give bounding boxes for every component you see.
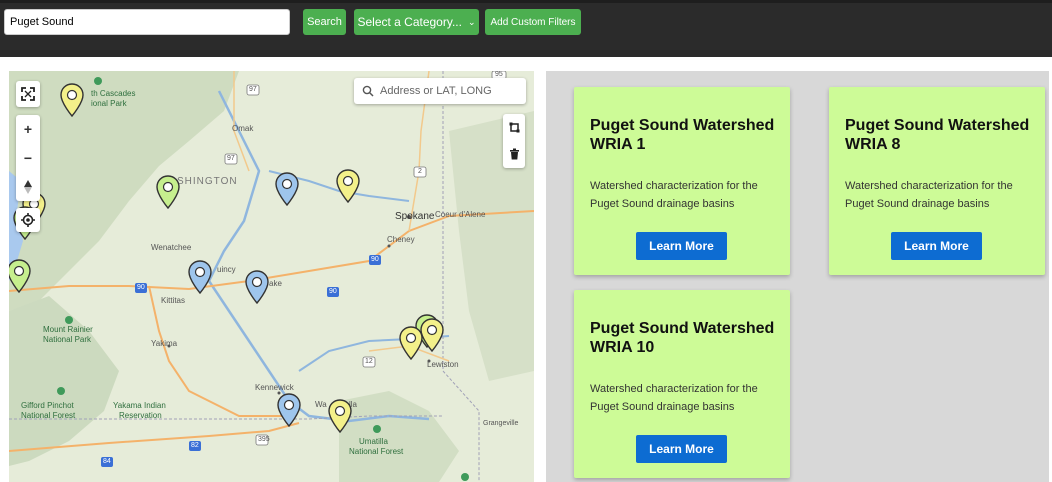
map-label-rainier: Mount Rainier xyxy=(43,325,93,334)
learn-more-button[interactable]: Learn More xyxy=(891,232,982,260)
map-marker-green[interactable] xyxy=(9,259,31,293)
results-panel: Puget Sound Watershed WRIA 1 Watershed c… xyxy=(546,71,1049,482)
highway-shield-395: 395 xyxy=(258,436,270,443)
trash-icon[interactable] xyxy=(509,148,520,160)
map-marker-yellow[interactable] xyxy=(60,83,84,117)
map-label-walla: Wa xyxy=(315,400,327,409)
zoom-out-icon[interactable]: − xyxy=(24,150,32,166)
highway-shield-2: 2 xyxy=(418,168,422,175)
highway-shield-84: 84 xyxy=(103,458,111,465)
card-description: Watershed characterization for the Puget… xyxy=(845,180,1013,210)
draw-control-group xyxy=(503,114,525,168)
map-label-lake: ake xyxy=(269,279,282,288)
map-label-yakama: Yakama Indian xyxy=(113,401,166,410)
card-description: Watershed characterization for the Puget… xyxy=(590,180,758,210)
card-description: Watershed characterization for the Puget… xyxy=(590,383,758,413)
map-label-quincy: uincy xyxy=(217,265,236,274)
map-label-umatilla: Umatilla xyxy=(359,437,388,446)
map-label-north-cascades: th Cascades xyxy=(91,89,136,98)
map-label-gifford-pinchot: Gifford Pinchot xyxy=(21,401,74,410)
result-card: Puget Sound Watershed WRIA 1 Watershed c… xyxy=(574,87,790,275)
highway-shield-97b: 97 xyxy=(227,155,235,162)
card-title: Puget Sound Watershed WRIA 8 xyxy=(845,117,1030,153)
geocoder-input[interactable] xyxy=(380,85,520,97)
card-title: Puget Sound Watershed WRIA 1 xyxy=(590,117,775,153)
map-label-grangeville: Grangeville xyxy=(483,420,519,427)
map-label-north-cascades-2: ional Park xyxy=(91,99,127,108)
map-label-wenatchee: Wenatchee xyxy=(151,243,192,252)
draw-polygon-icon[interactable] xyxy=(509,122,520,133)
top-toolbar: Search Select a Category... ⌄ Add Custom… xyxy=(0,0,1052,57)
card-title: Puget Sound Watershed WRIA 10 xyxy=(590,320,775,356)
highway-shield-90b: 90 xyxy=(329,288,337,295)
search-icon xyxy=(362,85,374,97)
result-card: Puget Sound Watershed WRIA 10 Watershed … xyxy=(574,290,790,478)
search-input[interactable] xyxy=(4,9,290,35)
map-marker-yellow[interactable] xyxy=(328,399,352,433)
map-label-lewiston: Lewiston xyxy=(427,360,459,369)
learn-more-button[interactable]: Learn More xyxy=(636,232,727,260)
fullscreen-button[interactable] xyxy=(16,81,40,107)
map-label-spokane: Spokane xyxy=(395,211,435,222)
highway-shield-82: 82 xyxy=(191,442,199,449)
highway-shield-97: 97 xyxy=(249,86,257,93)
search-button[interactable]: Search xyxy=(303,9,346,35)
map-marker-green[interactable] xyxy=(156,175,180,209)
map-label-yakima: Yakima xyxy=(151,339,178,348)
locate-icon xyxy=(21,213,35,227)
learn-more-button[interactable]: Learn More xyxy=(636,435,727,463)
map-label-coeur-dalene: Coeur d'Alene xyxy=(435,210,486,219)
zoom-in-icon[interactable]: + xyxy=(24,121,32,137)
map-label-yakama-2: Reservation xyxy=(119,411,162,420)
highway-shield-90c: 90 xyxy=(371,256,379,263)
map-label-rainier-2: National Park xyxy=(43,335,92,344)
highway-shield-12: 12 xyxy=(365,358,373,365)
map-label-kennewick: Kennewick xyxy=(255,383,294,392)
category-select-label: Select a Category... xyxy=(357,15,462,29)
map-marker-blue[interactable] xyxy=(277,393,301,427)
map-label-cheney: Cheney xyxy=(387,235,415,244)
map-label-umatilla-2: National Forest xyxy=(349,447,404,456)
geocoder-search[interactable] xyxy=(354,78,526,104)
chevron-down-icon: ⌄ xyxy=(467,16,476,27)
map-label-gifford-pinchot-2: National Forest xyxy=(21,411,76,420)
locate-button[interactable] xyxy=(16,208,40,232)
map-nav-control-group: + − xyxy=(16,115,40,201)
map-marker-blue[interactable] xyxy=(275,172,299,206)
fullscreen-icon xyxy=(21,87,35,101)
category-select[interactable]: Select a Category... ⌄ xyxy=(354,9,479,35)
map-label-omak: Omak xyxy=(232,124,254,133)
highway-shield-95: 95 xyxy=(495,71,503,78)
highway-shield-90: 90 xyxy=(137,284,145,291)
map-marker-yellow[interactable] xyxy=(336,169,360,203)
map-label-kittitas: Kittitas xyxy=(161,296,186,305)
map-view[interactable]: th Cascades ional Park Omak SHINGTON Wen… xyxy=(9,71,534,482)
result-card: Puget Sound Watershed WRIA 8 Watershed c… xyxy=(829,87,1045,275)
map-marker-blue[interactable] xyxy=(245,270,269,304)
map-marker-yellow[interactable] xyxy=(420,318,444,352)
compass-icon[interactable] xyxy=(23,179,33,195)
map-label-washington: SHINGTON xyxy=(177,176,238,187)
map-basemap xyxy=(9,71,534,482)
add-custom-filters-button[interactable]: Add Custom Filters xyxy=(485,9,581,35)
map-marker-blue[interactable] xyxy=(188,260,212,294)
